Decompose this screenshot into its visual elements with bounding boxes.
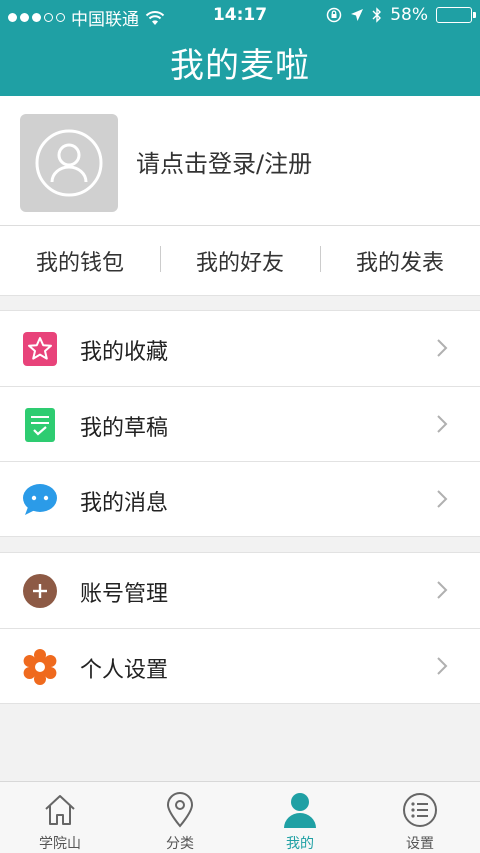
location-arrow-icon [351, 9, 364, 21]
tab-settings[interactable]: 设置 [360, 782, 480, 853]
menu-group-primary: 我的收藏 我的草稿 我的消息 [0, 310, 480, 537]
home-icon [40, 790, 80, 830]
tab-mine[interactable]: 我的 [240, 782, 360, 853]
tab-label-category: 分类 [166, 836, 194, 852]
quick-links-row: 我的钱包 我的好友 我的发表 [0, 226, 480, 296]
chevron-right-icon [437, 415, 448, 433]
tab-bar: 学院山 分类 我的 设置 [0, 781, 480, 853]
menu-item-drafts[interactable]: 我的草稿 [0, 386, 480, 461]
chevron-right-icon [437, 490, 448, 508]
menu-item-favorites[interactable]: 我的收藏 [0, 311, 480, 386]
page-title: 我的麦啦 [170, 46, 310, 86]
user-avatar-icon[interactable] [20, 114, 118, 212]
menu-label-settings: 个人设置 [80, 658, 169, 683]
menu-label-messages: 我的消息 [80, 491, 169, 516]
person-icon [280, 790, 320, 830]
login-register-link[interactable]: 请点击登录/注册 [136, 144, 312, 179]
list-icon [400, 790, 440, 830]
menu-item-settings[interactable]: 个人设置 [0, 628, 480, 703]
app-header: 中国联通 14:17 58% 我的麦啦 [0, 0, 480, 96]
chevron-right-icon [437, 657, 448, 675]
chat-bubble-icon [22, 482, 58, 518]
menu-label-account: 账号管理 [80, 582, 169, 607]
quick-link-wallet[interactable]: 我的钱包 [0, 226, 160, 295]
menu-item-account[interactable]: 账号管理 [0, 553, 480, 628]
draft-icon [22, 407, 58, 443]
menu-label-drafts: 我的草稿 [80, 416, 169, 441]
chevron-right-icon [437, 339, 448, 357]
status-right: 58% [326, 5, 476, 25]
star-icon [22, 331, 58, 367]
gear-icon [22, 649, 58, 685]
status-bar: 中国联通 14:17 58% [0, 0, 480, 32]
menu-label-favorites: 我的收藏 [80, 340, 169, 365]
tab-category[interactable]: 分类 [120, 782, 240, 853]
rotation-lock-icon [326, 7, 342, 23]
profile-section[interactable]: 请点击登录/注册 [0, 96, 480, 226]
tab-label-settings: 设置 [406, 836, 434, 852]
chevron-right-icon [437, 581, 448, 599]
bluetooth-icon [372, 7, 382, 23]
menu-item-messages[interactable]: 我的消息 [0, 461, 480, 536]
battery-icon [436, 7, 476, 23]
map-pin-icon [160, 790, 200, 830]
tab-label-mine: 我的 [286, 836, 314, 852]
menu-group-secondary: 账号管理 个人设置 [0, 552, 480, 704]
plus-circle-icon [22, 573, 58, 609]
quick-link-posts[interactable]: 我的发表 [320, 226, 480, 295]
tab-label-home: 学院山 [39, 836, 81, 852]
battery-percent: 58% [390, 5, 428, 25]
quick-link-friends[interactable]: 我的好友 [160, 226, 320, 295]
tab-home[interactable]: 学院山 [0, 782, 120, 853]
